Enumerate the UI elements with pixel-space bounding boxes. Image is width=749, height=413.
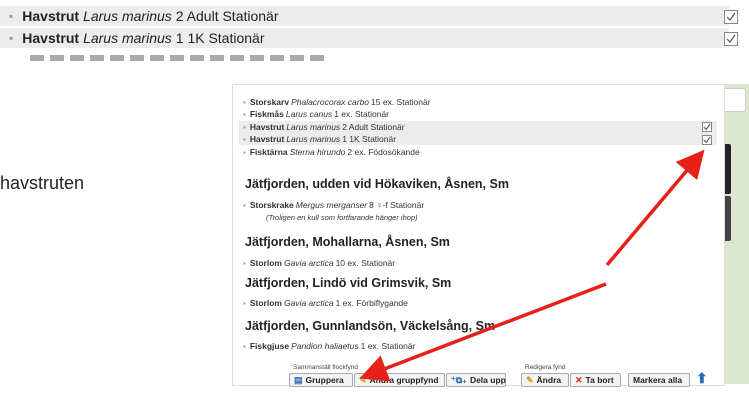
arrow-to-andra-gruppfynd [359, 282, 607, 382]
arrow-to-checkbox [605, 149, 705, 267]
annotation-arrows [359, 149, 705, 382]
